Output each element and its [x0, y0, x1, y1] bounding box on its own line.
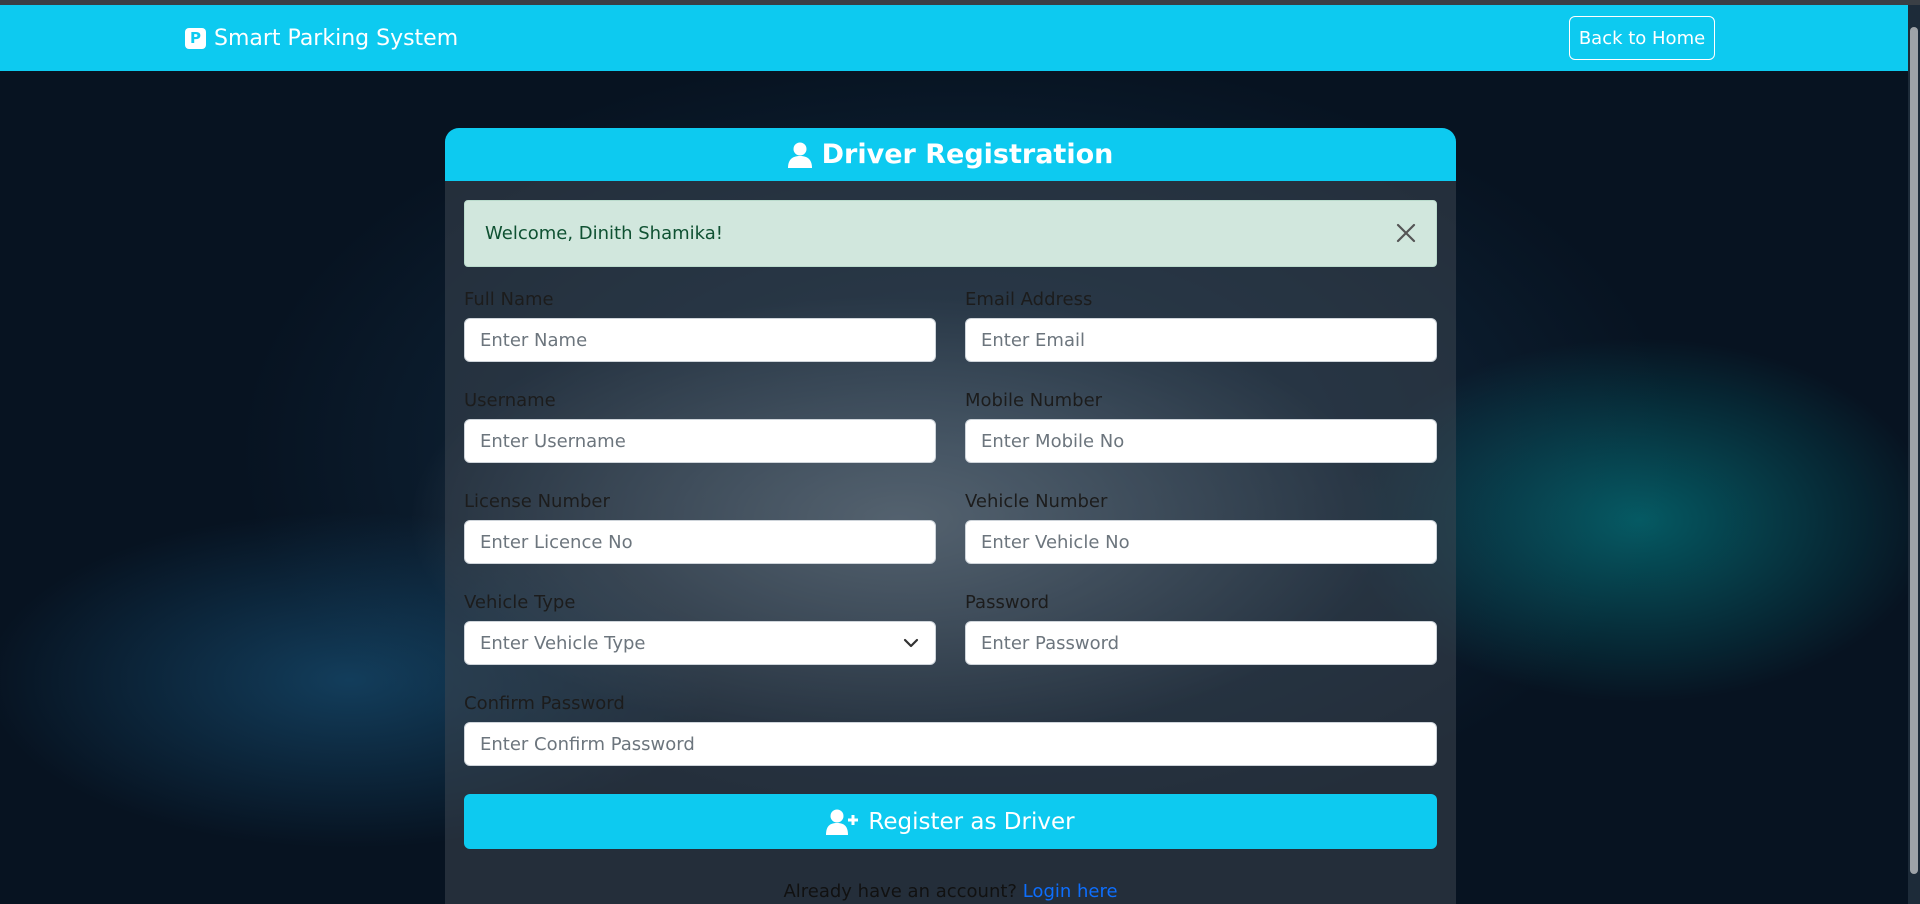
vehicle-number-input[interactable]: Enter Vehicle No — [965, 520, 1437, 564]
mobile-placeholder: Enter Mobile No — [981, 430, 1125, 452]
license-input[interactable]: Enter Licence No — [464, 520, 936, 564]
back-to-home-button[interactable]: Back to Home — [1569, 16, 1715, 60]
brand-title: Smart Parking System — [214, 25, 459, 51]
welcome-alert: Welcome, Dinith Shamika! — [464, 200, 1437, 267]
vehicle-number-label: Vehicle Number — [965, 491, 1108, 512]
email-placeholder: Enter Email — [981, 329, 1085, 351]
password-input[interactable]: Enter Password — [965, 621, 1437, 665]
vehicle-type-select[interactable]: Enter Vehicle Type — [464, 621, 936, 665]
login-prompt: Already have an account? Login here — [445, 881, 1456, 902]
license-placeholder: Enter Licence No — [480, 531, 633, 553]
brand[interactable]: P Smart Parking System — [185, 5, 458, 71]
full-name-placeholder: Enter Name — [480, 329, 588, 351]
parking-icon: P — [185, 27, 206, 49]
username-input[interactable]: Enter Username — [464, 419, 936, 463]
license-label: License Number — [464, 491, 610, 512]
username-placeholder: Enter Username — [480, 430, 626, 452]
chevron-down-icon — [903, 638, 919, 648]
password-label: Password — [965, 592, 1050, 613]
card-header: Driver Registration — [445, 128, 1456, 181]
full-name-label: Full Name — [464, 289, 554, 310]
confirm-password-label: Confirm Password — [464, 693, 625, 714]
confirm-password-placeholder: Enter Confirm Password — [480, 733, 695, 755]
full-name-input[interactable]: Enter Name — [464, 318, 936, 362]
scrollbar-thumb[interactable] — [1910, 27, 1918, 874]
login-link[interactable]: Login here — [1023, 881, 1118, 902]
vehicle-type-label: Vehicle Type — [464, 592, 576, 613]
vehicle-number-placeholder: Enter Vehicle No — [981, 531, 1130, 553]
mobile-input[interactable]: Enter Mobile No — [965, 419, 1437, 463]
card-title: Driver Registration — [821, 139, 1114, 170]
email-input[interactable]: Enter Email — [965, 318, 1437, 362]
registration-card: Driver Registration Welcome, Dinith Sham… — [445, 128, 1456, 904]
email-label: Email Address — [965, 289, 1093, 310]
register-button[interactable]: Register as Driver — [464, 794, 1437, 849]
username-label: Username — [464, 390, 556, 411]
vehicle-type-value: Enter Vehicle Type — [480, 632, 646, 654]
mobile-label: Mobile Number — [965, 390, 1103, 411]
user-plus-icon — [826, 809, 859, 835]
alert-message: Welcome, Dinith Shamika! — [485, 223, 723, 244]
user-icon — [787, 142, 812, 168]
login-prompt-text: Already have an account? — [783, 881, 1017, 902]
confirm-password-input[interactable]: Enter Confirm Password — [464, 722, 1437, 766]
close-icon[interactable] — [1392, 219, 1420, 247]
navbar: P Smart Parking System Back to Home — [0, 5, 1908, 71]
register-button-label: Register as Driver — [868, 808, 1075, 835]
password-placeholder: Enter Password — [981, 632, 1120, 654]
